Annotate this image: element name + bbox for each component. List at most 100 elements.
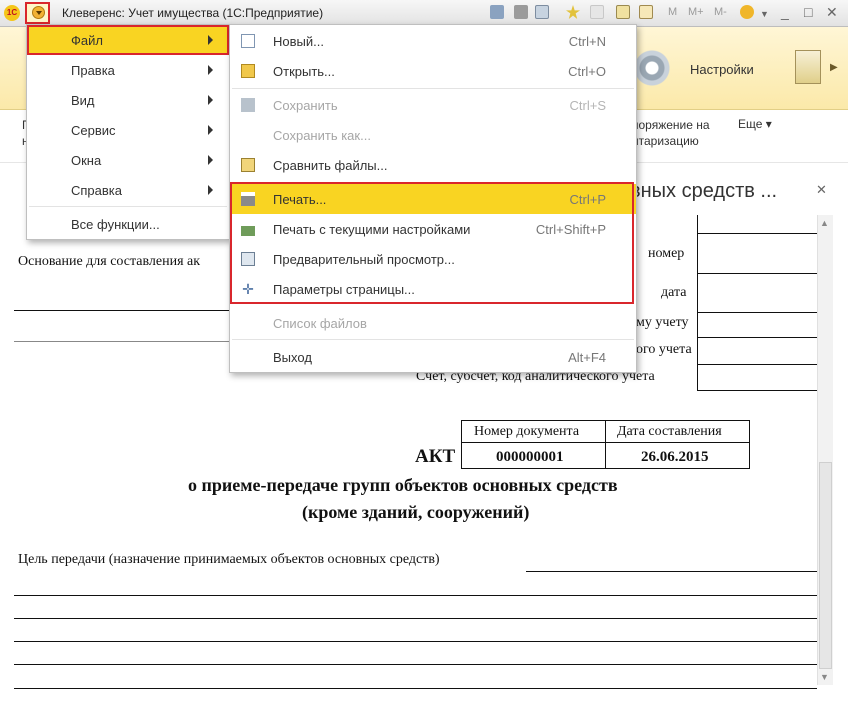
- window-title: Клеверенс: Учет имущества (1С:Предприяти…: [62, 6, 324, 20]
- chevron-right-icon: [208, 95, 213, 105]
- menu-item-file-list[interactable]: Список файлов: [230, 308, 636, 338]
- doc-subheading: (кроме зданий, сооружений): [302, 502, 530, 522]
- book-icon[interactable]: [795, 50, 821, 84]
- maximize-icon[interactable]: □: [804, 4, 812, 20]
- app-logo: 1С: [4, 5, 20, 21]
- menu-item-label: Окна: [71, 153, 102, 168]
- shortcut-label: Ctrl+S: [569, 98, 606, 113]
- basis-line-2: [14, 341, 229, 342]
- settings-label[interactable]: Настройки: [690, 62, 754, 77]
- menu-item-service[interactable]: Сервис: [27, 115, 229, 145]
- menu-item-save-as[interactable]: Сохранить как...: [230, 120, 636, 150]
- chevron-right-icon: [208, 125, 213, 135]
- purpose-line: [14, 618, 817, 619]
- main-menu-button[interactable]: [25, 2, 50, 24]
- form-title: вных средств ...: [630, 180, 778, 202]
- preview-icon[interactable]: [535, 5, 549, 19]
- chevron-right-icon: [208, 185, 213, 195]
- chevron-right-icon: [208, 65, 213, 75]
- menu-item-label: Правка: [71, 63, 115, 78]
- menu-item-all-functions[interactable]: Все функции...: [27, 209, 229, 239]
- menu-item-label: Список файлов: [273, 316, 367, 331]
- grid-line: [697, 364, 817, 365]
- grid-line: [697, 312, 817, 313]
- scrollbar-thumb[interactable]: [819, 462, 832, 669]
- chevron-right-icon[interactable]: ▶: [830, 62, 838, 73]
- close-icon[interactable]: ✕: [816, 182, 827, 198]
- close-icon[interactable]: ✕: [826, 4, 838, 21]
- menu-item-windows[interactable]: Окна: [27, 145, 229, 175]
- folder-open-icon: [241, 64, 255, 78]
- chevron-right-icon: [208, 155, 213, 165]
- chevron-right-icon: [208, 35, 213, 45]
- purpose-line: [14, 688, 817, 689]
- doc-date: 26.06.2015: [641, 449, 709, 465]
- menu-item-open[interactable]: Открыть... Ctrl+O: [230, 56, 636, 86]
- shortcut-label: Ctrl+N: [568, 34, 606, 49]
- menu-item-save[interactable]: Сохранить Ctrl+S: [230, 90, 636, 120]
- doc-number-header: Номер документа: [474, 424, 580, 439]
- purpose-label: Цель передачи (назначение принимаемых об…: [18, 552, 440, 567]
- menu-item-label: Выход: [273, 350, 312, 365]
- save-icon[interactable]: [490, 5, 504, 19]
- label-accounting: му учету: [636, 315, 689, 330]
- chevron-down-icon[interactable]: ▼: [760, 9, 769, 19]
- menu-item-label: Файл: [71, 33, 103, 48]
- doc-date-header: Дата составления: [617, 424, 722, 439]
- calculator-icon[interactable]: [616, 5, 630, 19]
- menu-item-label: Новый...: [273, 34, 324, 49]
- gear-icon[interactable]: [632, 48, 672, 88]
- more-button[interactable]: Еще ▾: [738, 117, 772, 131]
- scroll-up-icon[interactable]: ▲: [820, 218, 829, 228]
- basis-line: [14, 310, 229, 311]
- grid-line: [697, 337, 817, 338]
- menu-item-label: Сравнить файлы...: [273, 158, 388, 173]
- grid-line: [697, 233, 817, 234]
- grid-line: [697, 390, 817, 391]
- menu-item-view[interactable]: Вид: [27, 85, 229, 115]
- info-icon[interactable]: [740, 5, 754, 19]
- memory-m-button[interactable]: M: [668, 6, 677, 18]
- memory-plus-button[interactable]: M+: [688, 6, 704, 18]
- doc-heading: о приеме-передаче групп объектов основны…: [188, 475, 618, 495]
- new-document-icon: [241, 34, 255, 48]
- save-icon: [241, 98, 255, 112]
- print-group-highlight: [230, 182, 634, 304]
- shortcut-label: Ctrl+O: [568, 64, 606, 79]
- grid-line: [605, 420, 606, 469]
- menu-separator: [232, 339, 634, 340]
- file-submenu: Новый... Ctrl+N Открыть... Ctrl+O Сохран…: [229, 24, 637, 373]
- menu-item-label: Сервис: [71, 123, 116, 138]
- menu-item-file[interactable]: Файл: [27, 25, 229, 55]
- doc-number: 000000001: [496, 449, 564, 465]
- menu-item-label: Справка: [71, 183, 122, 198]
- history-icon[interactable]: [590, 5, 604, 19]
- menu-item-compare[interactable]: Сравнить файлы...: [230, 150, 636, 180]
- label-account: ого учета: [636, 342, 692, 357]
- calendar-icon[interactable]: [639, 5, 653, 19]
- minimize-icon[interactable]: _: [781, 4, 789, 20]
- menu-item-label: Сохранить: [273, 98, 338, 113]
- menu-item-exit[interactable]: Выход Alt+F4: [230, 342, 636, 372]
- disposition-link[interactable]: поряжение на нтаризацию: [632, 117, 742, 149]
- menu-separator: [29, 206, 227, 207]
- menu-separator: [232, 88, 634, 89]
- menu-item-label: Открыть...: [273, 64, 335, 79]
- purpose-line: [14, 664, 817, 665]
- menu-item-edit[interactable]: Правка: [27, 55, 229, 85]
- chevron-down-icon: [32, 6, 45, 19]
- compare-files-icon: [241, 158, 255, 172]
- grid-line: [697, 273, 817, 274]
- purpose-line: [14, 595, 817, 596]
- print-icon[interactable]: [514, 5, 528, 19]
- memory-minus-button[interactable]: M-: [714, 6, 727, 18]
- akt-title: АКТ: [415, 446, 456, 467]
- main-menu: Файл Правка Вид Сервис Окна Справка Все …: [26, 24, 230, 240]
- menu-item-help[interactable]: Справка: [27, 175, 229, 205]
- basis-label: Основание для составления ак: [18, 254, 201, 269]
- menu-item-label: Сохранить как...: [273, 128, 371, 143]
- scroll-down-icon[interactable]: ▼: [820, 672, 829, 682]
- menu-item-label: Вид: [71, 93, 95, 108]
- menu-item-new[interactable]: Новый... Ctrl+N: [230, 26, 636, 56]
- label-date: дата: [661, 285, 687, 300]
